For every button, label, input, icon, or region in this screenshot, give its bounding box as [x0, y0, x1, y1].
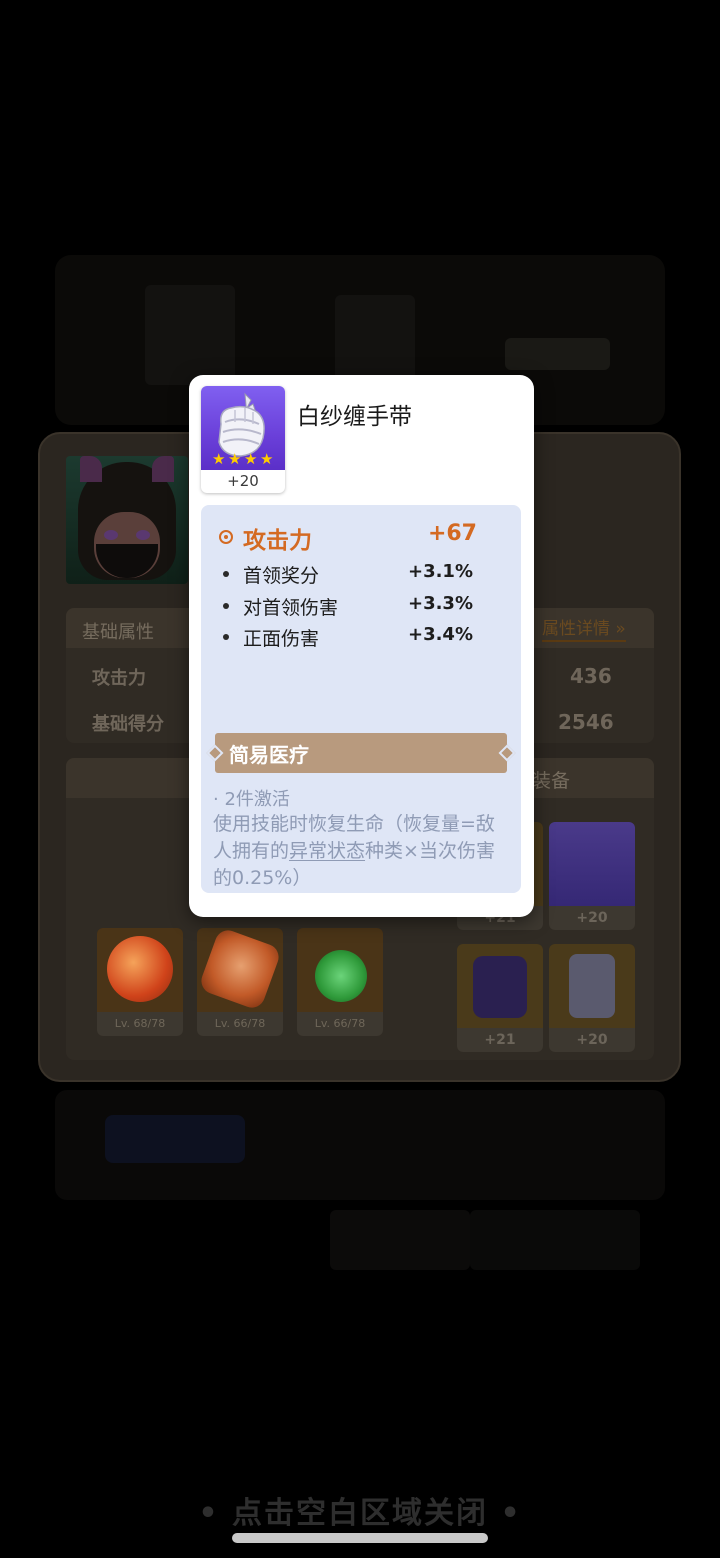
sub-stat-label: 首领奖分 [243, 565, 320, 587]
item-level: +20 [227, 472, 259, 490]
sub-stat-value: +3.4% [407, 624, 473, 645]
home-indicator[interactable] [232, 1533, 488, 1543]
set-tier: · 2件激活 [213, 789, 290, 810]
set-name: 简易医疗 [229, 743, 309, 767]
stat-panel[interactable]: 攻击力 +67 首领奖分 +3.1% 对首领伤害 +3.3% 正面伤害 +3.4… [201, 505, 521, 893]
attack-value: 436 [570, 664, 612, 688]
sub-stat-row: 对首领伤害 +3.3% [221, 593, 473, 621]
character-portrait [66, 456, 188, 584]
nav-block-2 [470, 1210, 640, 1270]
attack-label: 攻击力 [92, 668, 146, 689]
attributes-title: 基础属性 [82, 622, 154, 643]
main-stat-label: 攻击力 [243, 528, 312, 554]
base-score-value: 2546 [558, 710, 614, 734]
main-stat-dot-icon [219, 530, 233, 544]
banner-notch-icon [206, 744, 224, 762]
banner-notch-icon [498, 744, 516, 762]
bottom-button [105, 1115, 245, 1163]
item-stars: ★ ★ ★ ★ [212, 452, 275, 467]
star-icon: ★ [244, 450, 258, 468]
main-stat: 攻击力 +67 [217, 521, 477, 554]
sub-stat-row: 正面伤害 +3.4% [221, 624, 473, 652]
sub-stat-row: 首领奖分 +3.1% [221, 561, 473, 589]
set-description: 使用技能时恢复生命（恢复量=敌人拥有的异常状态种类×当次伤害的0.25%） [213, 813, 495, 889]
bullet-icon [223, 603, 229, 609]
top-button [505, 338, 610, 370]
close-hint[interactable]: • 点击空白区域关闭 • [0, 1488, 720, 1532]
item-name: 白纱缠手带 [297, 404, 412, 430]
bullet-icon [223, 634, 229, 640]
sub-stat-label: 对首领伤害 [243, 597, 339, 619]
main-stat-value: +67 [427, 521, 477, 546]
relic-slot-1[interactable]: Lv. 68/78 [97, 928, 183, 1036]
equipment-title: 装备 [532, 770, 571, 792]
item-tooltip: ★ ★ ★ ★ +20 白纱缠手带 攻击力 +67 首领奖分 +3.1% 对首领… [189, 375, 534, 917]
item-art: ★ ★ ★ ★ [201, 386, 285, 470]
status-keyword-link[interactable]: 异常状态 [289, 840, 365, 862]
gear-slot-4[interactable]: +20 [549, 944, 635, 1052]
attribute-details-link[interactable]: 属性详情 » [542, 614, 626, 642]
base-score-label: 基础得分 [92, 714, 164, 735]
bullet-icon [223, 571, 229, 577]
nav-block-1 [330, 1210, 470, 1270]
star-icon: ★ [212, 450, 226, 468]
gear-slot-2[interactable]: +20 [549, 822, 635, 930]
relic-slot-2[interactable]: Lv. 66/78 [197, 928, 283, 1036]
set-banner: 简易医疗 [206, 733, 516, 773]
sub-stat-label: 正面伤害 [243, 628, 320, 650]
gear-slot-3[interactable]: +21 [457, 944, 543, 1052]
relic-slot-3[interactable]: Lv. 66/78 [297, 928, 383, 1036]
star-icon: ★ [260, 450, 274, 468]
sub-stat-value: +3.1% [407, 561, 473, 582]
item-card: ★ ★ ★ ★ +20 [201, 386, 285, 493]
star-icon: ★ [228, 450, 242, 468]
sub-stat-value: +3.3% [407, 593, 473, 614]
